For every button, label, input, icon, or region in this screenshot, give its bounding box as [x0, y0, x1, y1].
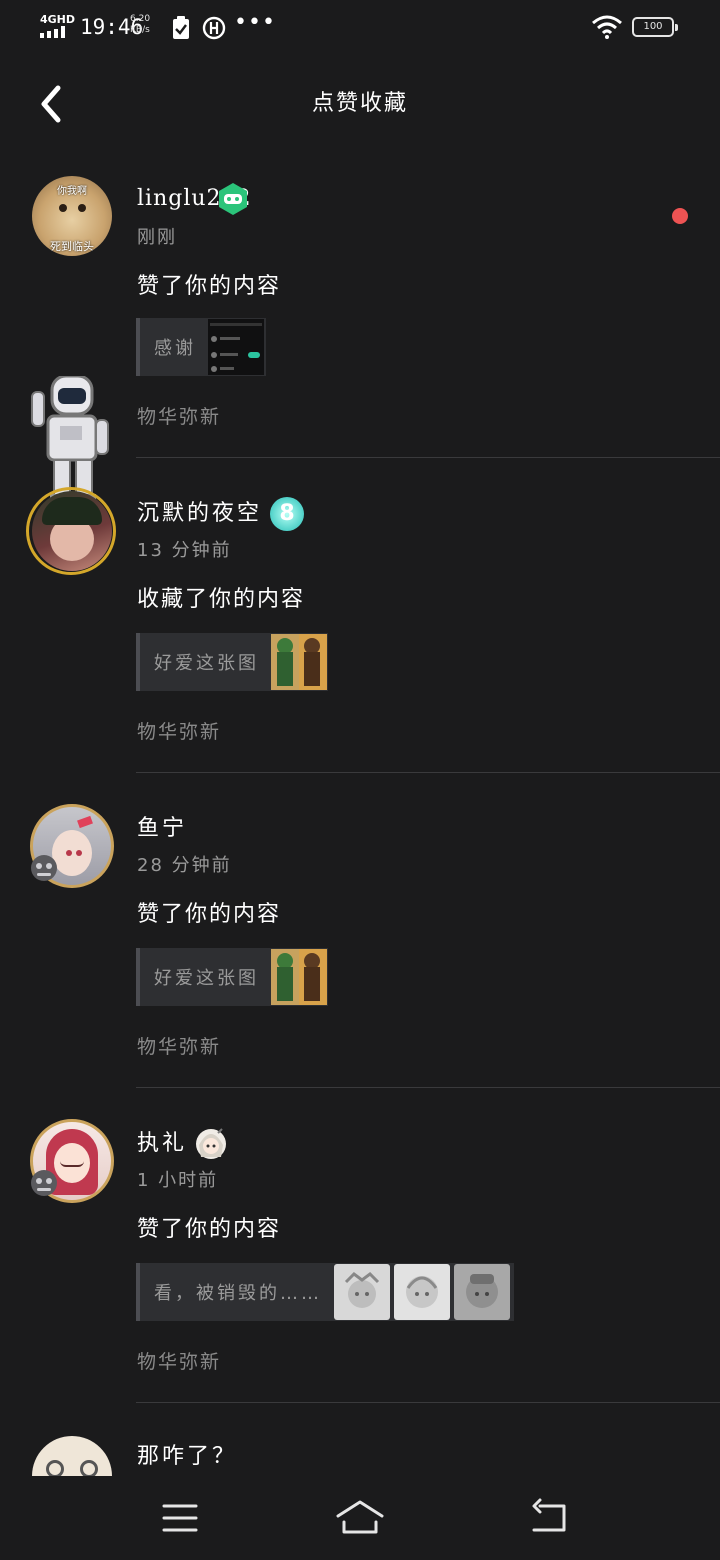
divider: [136, 1087, 720, 1088]
network-speed-unit: KB/s: [130, 25, 150, 35]
divider: [136, 1402, 720, 1403]
preview-text: 看，被销毁的……: [154, 1283, 322, 1304]
notification-item[interactable]: 执礼 1 小时前 赞了你的内容 看，被销毁的…… 物华弥新: [0, 1115, 720, 1405]
username[interactable]: 鱼宁: [137, 814, 187, 844]
action-text: 收藏了你的内容: [137, 587, 306, 612]
timestamp: 刚刚: [137, 227, 177, 248]
sketch-thumbnail: [394, 1264, 450, 1320]
wifi-icon: [592, 15, 622, 39]
screenshot-thumbnail: [208, 319, 264, 375]
artwork-thumbnail: [271, 949, 327, 1005]
content-preview[interactable]: 好爱这张图: [136, 948, 328, 1006]
status-bar: 4GHD 19:46 6.20 KB/s ••• 100: [0, 0, 720, 60]
source-community[interactable]: 物华弥新: [137, 1034, 221, 1060]
avatar-eye: [46, 1460, 64, 1476]
content-preview[interactable]: 看，被销毁的……: [136, 1263, 514, 1321]
avatar-caption-bottom: 死到临头: [50, 240, 94, 253]
avatar-caption-top: 你我啊: [57, 186, 87, 197]
clipboard-check-icon: [173, 16, 189, 39]
action-text: 赞了你的内容: [137, 902, 282, 927]
content-preview[interactable]: 感谢: [136, 318, 266, 376]
battery-icon: 100: [632, 17, 678, 37]
frame-ornament-icon: [31, 855, 57, 881]
avatar[interactable]: [32, 1436, 112, 1476]
avatar-eye: [59, 204, 67, 212]
notification-item[interactable]: 鱼宁 28 分钟前 赞了你的内容 好爱这张图 物华弥新: [0, 800, 720, 1090]
sketch-thumbnail: [334, 1264, 390, 1320]
artwork-thumbnail: [271, 634, 327, 690]
signal-icon: [40, 26, 65, 38]
timestamp: 13 分钟前: [137, 540, 232, 561]
unread-dot: [672, 208, 688, 224]
game-controller-badge-icon: [219, 183, 247, 215]
preview-text: 好爱这张图: [154, 968, 259, 989]
username[interactable]: 执礼: [137, 1129, 187, 1159]
preview-text: 感谢: [154, 338, 196, 359]
menu-lines-icon[interactable]: [150, 1496, 210, 1540]
network-type: 4GHD: [40, 13, 76, 26]
data-saver-icon: [202, 16, 226, 40]
navigation-bar: [0, 1476, 720, 1560]
avatar-eye: [80, 1460, 98, 1476]
source-community[interactable]: 物华弥新: [137, 404, 221, 430]
anime-girl-badge-icon: [196, 1128, 226, 1159]
source-community[interactable]: 物华弥新: [137, 719, 221, 745]
timestamp: 28 分钟前: [137, 855, 232, 876]
username[interactable]: 沉默的夜空: [137, 499, 262, 529]
network-speed-value: 6.20: [130, 14, 151, 24]
screen: 4GHD 19:46 6.20 KB/s ••• 100 点赞收藏 你我啊 死到…: [0, 0, 720, 1560]
avatar[interactable]: 你我啊 死到临头: [32, 176, 112, 256]
action-text: 赞了你的内容: [137, 1217, 282, 1242]
level-8-badge-icon: 8: [270, 497, 304, 531]
content-preview[interactable]: 好爱这张图: [136, 633, 328, 691]
timestamp: 1 小时前: [137, 1170, 219, 1191]
action-text: 赞了你的内容: [137, 274, 282, 299]
notification-item[interactable]: 沉默的夜空 8 13 分钟前 收藏了你的内容 好爱这张图 物华弥新: [0, 485, 720, 775]
frame-ornament-icon: [31, 1170, 57, 1196]
page-title: 点赞收藏: [311, 91, 408, 116]
battery-level: 100: [643, 21, 663, 32]
avatar-frame: [26, 487, 116, 575]
network-speed: 6.20 KB/s: [130, 14, 150, 36]
username[interactable]: 那咋了？: [137, 1442, 237, 1472]
divider: [136, 457, 720, 458]
divider: [136, 772, 720, 773]
home-icon[interactable]: [330, 1496, 390, 1540]
more-dots-icon: •••: [234, 10, 276, 35]
preview-text: 好爱这张图: [154, 653, 259, 674]
notification-item[interactable]: 那咋了？: [0, 1430, 720, 1476]
avatar-eye: [78, 204, 86, 212]
source-community[interactable]: 物华弥新: [137, 1349, 221, 1375]
back-arrow-icon[interactable]: [518, 1496, 578, 1540]
sketch-thumbnail: [454, 1264, 510, 1320]
